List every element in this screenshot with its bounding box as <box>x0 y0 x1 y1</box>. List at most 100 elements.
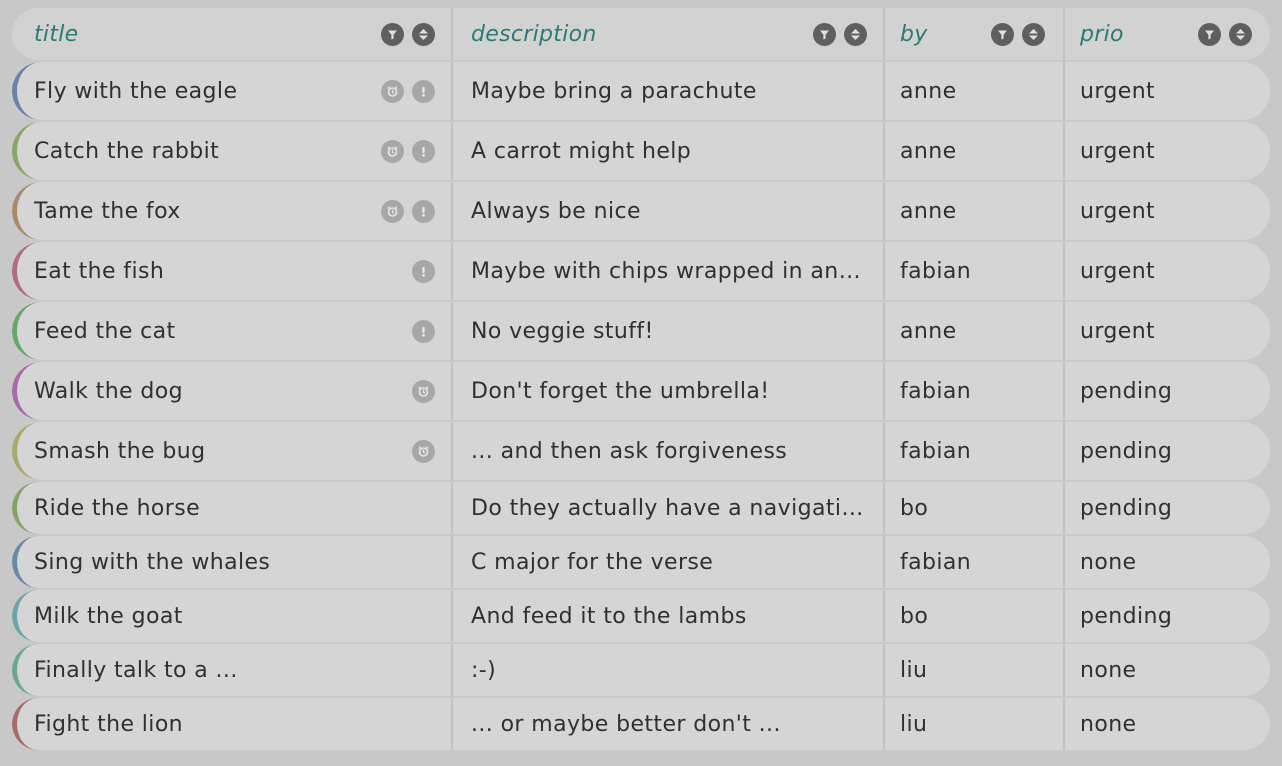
filter-icon[interactable] <box>381 22 404 46</box>
table-row[interactable]: Fight the lion ... or maybe better don't … <box>12 698 1270 750</box>
cell-by[interactable]: fabian <box>885 362 1065 420</box>
cell-title[interactable]: Fly with the eagle <box>12 62 453 120</box>
cell-description[interactable]: Don't forget the umbrella! <box>453 362 885 420</box>
alert-icon <box>412 79 435 103</box>
sort-icon[interactable] <box>844 22 867 46</box>
cell-text: urgent <box>1080 318 1156 344</box>
cell-by[interactable]: anne <box>885 182 1065 240</box>
table-row[interactable]: Finally talk to a ... :-) liu none <box>12 644 1270 696</box>
cell-prio[interactable]: urgent <box>1065 242 1270 300</box>
cell-prio[interactable]: urgent <box>1065 302 1270 360</box>
cell-title[interactable]: Finally talk to a ... <box>12 644 453 696</box>
cell-title[interactable]: Smash the bug <box>12 422 453 480</box>
cell-text: A carrot might help <box>471 138 692 164</box>
table-row[interactable]: Fly with the eagle Maybe bring a parachut… <box>12 62 1270 120</box>
cell-text: urgent <box>1080 198 1156 224</box>
column-header-label[interactable]: title <box>34 22 381 47</box>
cell-by[interactable]: anne <box>885 122 1065 180</box>
cell-by[interactable]: bo <box>885 482 1065 534</box>
table-row[interactable]: Walk the dog Don't forget the umbrella! fa… <box>12 362 1270 420</box>
cell-by[interactable]: liu <box>885 698 1065 750</box>
alert-icon <box>412 199 435 223</box>
alert-icon <box>412 259 435 283</box>
cell-by[interactable]: anne <box>885 302 1065 360</box>
cell-text: pending <box>1080 495 1173 521</box>
cell-description[interactable]: :-) <box>453 644 885 696</box>
cell-prio[interactable]: pending <box>1065 590 1270 642</box>
cell-description[interactable]: Do they actually have a navigation... <box>453 482 885 534</box>
sort-icon[interactable] <box>1229 22 1252 46</box>
cell-title[interactable]: Tame the fox <box>12 182 453 240</box>
filter-icon[interactable] <box>991 22 1014 46</box>
cell-text: No veggie stuff! <box>471 318 654 344</box>
cell-prio[interactable]: none <box>1065 536 1270 588</box>
cell-description[interactable]: ... and then ask forgiveness <box>453 422 885 480</box>
table-row[interactable]: Smash the bug ... and then ask forgivenes… <box>12 422 1270 480</box>
cell-text: liu <box>900 711 928 737</box>
alarm-icon <box>412 439 435 463</box>
column-header-label[interactable]: by <box>900 22 991 47</box>
cell-text: pending <box>1080 603 1173 629</box>
cell-text: Catch the rabbit <box>34 138 220 164</box>
cell-by[interactable]: liu <box>885 644 1065 696</box>
cell-text: Ride the horse <box>34 495 201 521</box>
cell-prio[interactable]: pending <box>1065 482 1270 534</box>
cell-description[interactable]: Maybe bring a parachute <box>453 62 885 120</box>
cell-text: none <box>1080 549 1137 575</box>
cell-text: Sing with the whales <box>34 549 271 575</box>
table-row[interactable]: Feed the cat No veggie stuff! anne urgent <box>12 302 1270 360</box>
cell-text: Always be nice <box>471 198 641 224</box>
cell-text: pending <box>1080 438 1173 464</box>
column-header-label[interactable]: description <box>471 22 813 47</box>
cell-description[interactable]: ... or maybe better don't ... <box>453 698 885 750</box>
table-row[interactable]: Sing with the whales C major for the vers… <box>12 536 1270 588</box>
sort-icon[interactable] <box>412 22 435 46</box>
cell-by[interactable]: fabian <box>885 536 1065 588</box>
cell-prio[interactable]: urgent <box>1065 122 1270 180</box>
cell-title[interactable]: Eat the fish <box>12 242 453 300</box>
cell-by[interactable]: bo <box>885 590 1065 642</box>
table-row[interactable]: Ride the horse Do they actually have a na… <box>12 482 1270 534</box>
cell-text: anne <box>900 198 957 224</box>
cell-text: anne <box>900 318 957 344</box>
cell-prio[interactable]: none <box>1065 698 1270 750</box>
cell-by[interactable]: fabian <box>885 242 1065 300</box>
filter-icon[interactable] <box>813 22 836 46</box>
cell-text: urgent <box>1080 258 1156 284</box>
cell-title[interactable]: Milk the goat <box>12 590 453 642</box>
cell-title[interactable]: Fight the lion <box>12 698 453 750</box>
table-row[interactable]: Catch the rabbit A carrot might help anne u… <box>12 122 1270 180</box>
cell-title[interactable]: Walk the dog <box>12 362 453 420</box>
cell-prio[interactable]: urgent <box>1065 182 1270 240</box>
column-header-label[interactable]: prio <box>1080 22 1198 47</box>
cell-text: fabian <box>900 438 972 464</box>
cell-title[interactable]: Feed the cat <box>12 302 453 360</box>
filter-icon[interactable] <box>1198 22 1221 46</box>
cell-text: ... or maybe better don't ... <box>471 711 781 737</box>
cell-title[interactable]: Sing with the whales <box>12 536 453 588</box>
table-row[interactable]: Eat the fish Maybe with chips wrapped in … <box>12 242 1270 300</box>
cell-description[interactable]: No veggie stuff! <box>453 302 885 360</box>
table-row[interactable]: Milk the goat And feed it to the lambs bo p… <box>12 590 1270 642</box>
cell-prio[interactable]: urgent <box>1065 62 1270 120</box>
cell-prio[interactable]: none <box>1065 644 1270 696</box>
cell-by[interactable]: anne <box>885 62 1065 120</box>
column-header-prio: prio <box>1065 8 1270 60</box>
cell-description[interactable]: Always be nice <box>453 182 885 240</box>
cell-title[interactable]: Catch the rabbit <box>12 122 453 180</box>
cell-description[interactable]: C major for the verse <box>453 536 885 588</box>
cell-text: Don't forget the umbrella! <box>471 378 770 404</box>
sort-icon[interactable] <box>1022 22 1045 46</box>
cell-title[interactable]: Ride the horse <box>12 482 453 534</box>
table-row[interactable]: Tame the fox Always be nice anne urgent <box>12 182 1270 240</box>
task-table: title description by prio Fly with the eagl… <box>12 8 1270 752</box>
cell-text: Fight the lion <box>34 711 184 737</box>
cell-description[interactable]: A carrot might help <box>453 122 885 180</box>
cell-prio[interactable]: pending <box>1065 422 1270 480</box>
cell-description[interactable]: And feed it to the lambs <box>453 590 885 642</box>
cell-text: :-) <box>471 657 497 683</box>
cell-prio[interactable]: pending <box>1065 362 1270 420</box>
cell-by[interactable]: fabian <box>885 422 1065 480</box>
cell-description[interactable]: Maybe with chips wrapped in an o... <box>453 242 885 300</box>
cell-text: fabian <box>900 378 972 404</box>
